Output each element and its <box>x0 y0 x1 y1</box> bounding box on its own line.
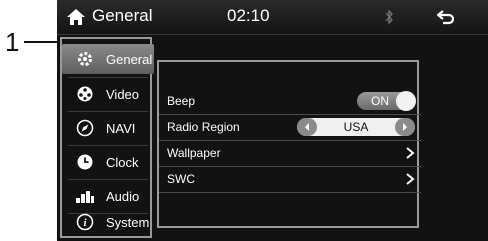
svg-text:i: i <box>83 217 87 229</box>
top-bar: General 02:10 <box>57 0 488 35</box>
next-arrow-button[interactable] <box>395 118 415 136</box>
gear-icon <box>72 48 98 70</box>
setting-label: Wallpaper <box>167 146 221 160</box>
sidebar-item-label: General <box>106 51 153 67</box>
setting-row-radio-region: Radio Region USA <box>159 114 421 141</box>
divider <box>68 179 148 180</box>
toggle-state: ON <box>371 94 389 108</box>
sidebar-menu: General Video NAVI Clock Audio i System <box>60 37 154 238</box>
toggle-knob <box>396 91 416 111</box>
sidebar-item-label: Audio <box>106 188 140 204</box>
compass-icon <box>72 117 98 139</box>
sidebar-item-label: System <box>106 214 150 230</box>
back-icon[interactable] <box>435 7 457 27</box>
page-title: General <box>92 6 153 25</box>
sidebar-item-clock[interactable]: Clock <box>62 147 154 177</box>
divider <box>68 77 148 78</box>
film-reel-icon <box>72 83 98 105</box>
equalizer-icon <box>72 185 98 207</box>
sidebar-item-label: Clock <box>106 154 139 170</box>
setting-row-wallpaper[interactable]: Wallpaper <box>159 140 421 167</box>
setting-row-beep: Beep ON <box>159 88 421 115</box>
setting-label: Beep <box>167 94 196 108</box>
sidebar-item-general[interactable]: General <box>62 44 154 74</box>
sidebar-item-system[interactable]: i System <box>62 207 154 237</box>
info-icon: i <box>72 211 98 233</box>
setting-label: Radio Region <box>167 120 240 134</box>
head-unit-screen: General 02:10 General Video NAVI Clock A… <box>57 0 488 241</box>
settings-panel: Beep ON Radio Region USA Wallpaper SWC <box>157 60 421 228</box>
beep-toggle[interactable]: ON <box>357 91 416 111</box>
home-icon[interactable] <box>65 7 87 27</box>
sidebar-item-label: NAVI <box>106 120 136 136</box>
setting-row-swc[interactable]: SWC <box>159 166 421 193</box>
callout-1: 1 <box>5 27 20 57</box>
sidebar-item-navi[interactable]: NAVI <box>62 113 154 143</box>
divider <box>68 111 148 112</box>
clock-time: 02:10 <box>227 6 270 25</box>
previous-arrow-button[interactable] <box>297 118 317 136</box>
chevron-right-icon <box>406 147 415 159</box>
setting-label: SWC <box>167 172 195 186</box>
radio-region-selector: USA <box>297 118 415 136</box>
sidebar-item-video[interactable]: Video <box>62 79 154 109</box>
divider <box>68 145 148 146</box>
sidebar-item-label: Video <box>106 86 140 102</box>
clock-icon <box>72 151 98 173</box>
chevron-right-icon <box>406 173 415 185</box>
bluetooth-icon <box>385 9 393 25</box>
